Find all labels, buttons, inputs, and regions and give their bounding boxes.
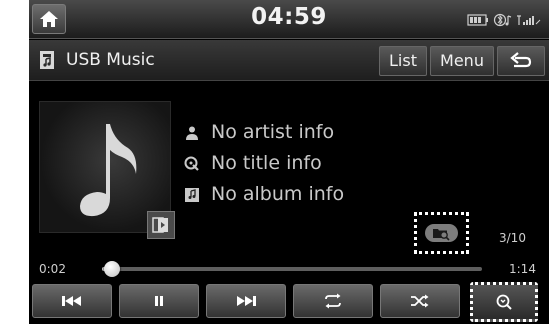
elapsed-time: 0:02 [39, 262, 66, 276]
media-screen: 04:59 USB Music List Menu No artist info… [29, 0, 549, 324]
expand-art-icon [152, 217, 168, 233]
folder-search-button[interactable] [414, 212, 469, 254]
shuffle-button[interactable] [380, 284, 460, 318]
pause-button[interactable] [119, 284, 199, 318]
bluetooth-audio-icon [493, 13, 512, 27]
progress-thumb[interactable] [104, 261, 121, 277]
repeat-icon [325, 293, 341, 309]
clock: 04:59 [251, 4, 327, 30]
skip-next-icon [237, 296, 256, 306]
total-time: 1:14 [509, 262, 536, 276]
next-track-button[interactable] [206, 284, 286, 318]
song-title-icon [184, 156, 199, 171]
title-bar: USB Music List Menu [29, 40, 549, 81]
back-button[interactable] [497, 46, 545, 76]
shuffle-icon [411, 294, 429, 308]
skip-previous-icon [62, 296, 81, 306]
folder-search-pill [425, 224, 458, 242]
battery-icon [467, 14, 488, 26]
music-file-icon [40, 51, 54, 69]
artist-text: No artist info [211, 121, 335, 143]
scan-button[interactable] [470, 282, 538, 322]
album-text: No album info [211, 183, 345, 205]
previous-track-button[interactable] [32, 284, 112, 318]
signal-icon [517, 15, 541, 25]
playback-controls [29, 282, 549, 324]
repeat-button[interactable] [293, 284, 373, 318]
source-title: USB Music [66, 50, 155, 70]
home-button[interactable] [32, 4, 66, 34]
title-text: No title info [211, 152, 322, 174]
pause-icon [155, 296, 163, 306]
track-count: 3/10 [499, 231, 526, 245]
scan-search-icon [496, 294, 512, 310]
album-icon [185, 188, 199, 202]
status-bar: 04:59 [29, 0, 549, 39]
album-art-expand-button[interactable] [147, 211, 175, 239]
person-icon [186, 126, 198, 140]
home-icon [40, 11, 58, 27]
progress-bar[interactable] [102, 267, 482, 271]
list-button[interactable]: List [379, 46, 427, 76]
back-arrow-icon [510, 52, 532, 68]
status-icons [467, 12, 545, 28]
folder-search-icon [433, 229, 450, 241]
menu-button[interactable]: Menu [430, 46, 494, 76]
